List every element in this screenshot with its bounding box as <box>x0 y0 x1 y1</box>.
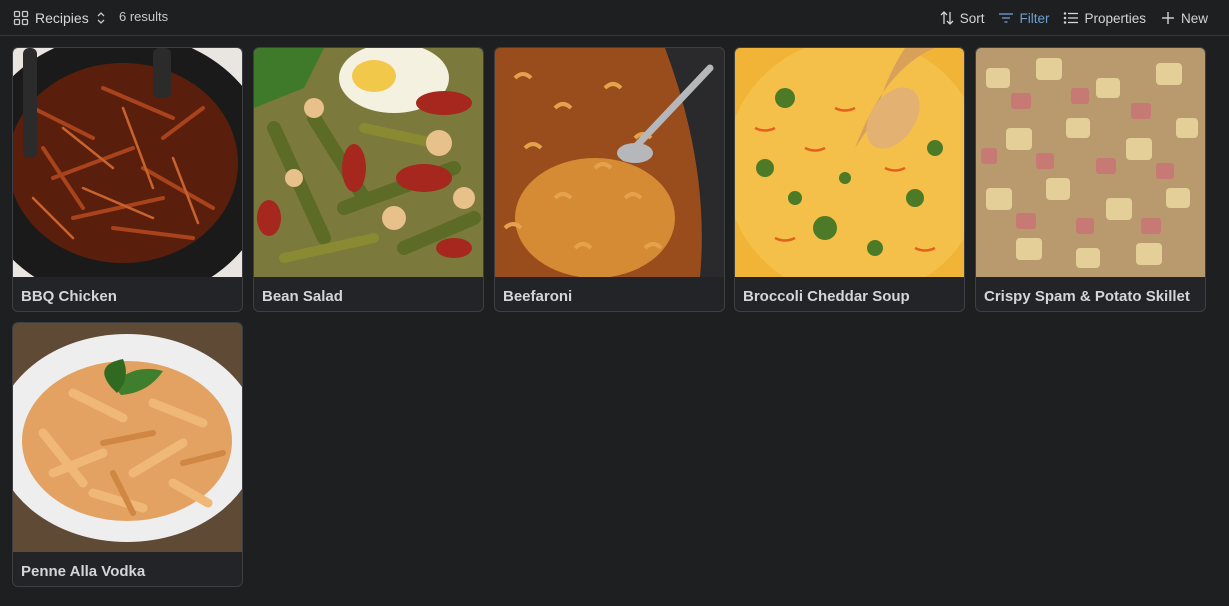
toolbar: Recipies 6 results Sort Filter Propertie… <box>0 0 1229 36</box>
penne-alla-vodka-photo <box>13 323 242 552</box>
card-title: BBQ Chicken <box>21 288 117 305</box>
view-name: Recipies <box>35 10 89 26</box>
pulled-bbq-chicken-photo <box>13 48 242 277</box>
gallery-card[interactable]: Bean Salad <box>253 47 484 312</box>
gallery-card[interactable]: BBQ Chicken <box>12 47 243 312</box>
properties-button[interactable]: Properties <box>1056 7 1153 29</box>
card-title: Beefaroni <box>503 288 573 305</box>
toolbar-actions: Sort Filter Properties New <box>932 7 1215 29</box>
card-title: Penne Alla Vodka <box>21 563 146 580</box>
new-button[interactable]: New <box>1153 7 1215 29</box>
plus-icon <box>1160 10 1176 26</box>
result-count: 6 results <box>119 9 169 24</box>
filter-button[interactable]: Filter <box>991 7 1056 29</box>
view-switcher[interactable]: Recipies <box>13 7 107 29</box>
sort-button[interactable]: Sort <box>932 7 992 29</box>
beefaroni-photo <box>495 48 724 277</box>
gallery-card[interactable]: Broccoli Cheddar Soup <box>734 47 965 312</box>
gallery-card[interactable]: Crispy Spam & Potato Skillet <box>975 47 1206 312</box>
card-title: Bean Salad <box>262 288 343 305</box>
list-icon <box>1063 10 1079 26</box>
gallery-card[interactable]: Penne Alla Vodka <box>12 322 243 587</box>
broccoli-cheddar-soup-photo <box>735 48 964 277</box>
spam-potato-skillet-photo <box>976 48 1205 277</box>
card-title: Broccoli Cheddar Soup <box>743 288 910 305</box>
gallery-icon <box>13 10 29 26</box>
sort-label: Sort <box>959 10 985 26</box>
filter-label: Filter <box>1019 10 1050 26</box>
properties-label: Properties <box>1084 10 1146 26</box>
bean-salad-photo <box>254 48 483 277</box>
sort-icon <box>939 10 955 26</box>
chevron-updown-icon <box>95 11 107 25</box>
new-label: New <box>1180 10 1208 26</box>
filter-icon <box>998 10 1014 26</box>
card-title: Crispy Spam & Potato Skillet <box>984 288 1190 305</box>
gallery-card[interactable]: Beefaroni <box>494 47 725 312</box>
